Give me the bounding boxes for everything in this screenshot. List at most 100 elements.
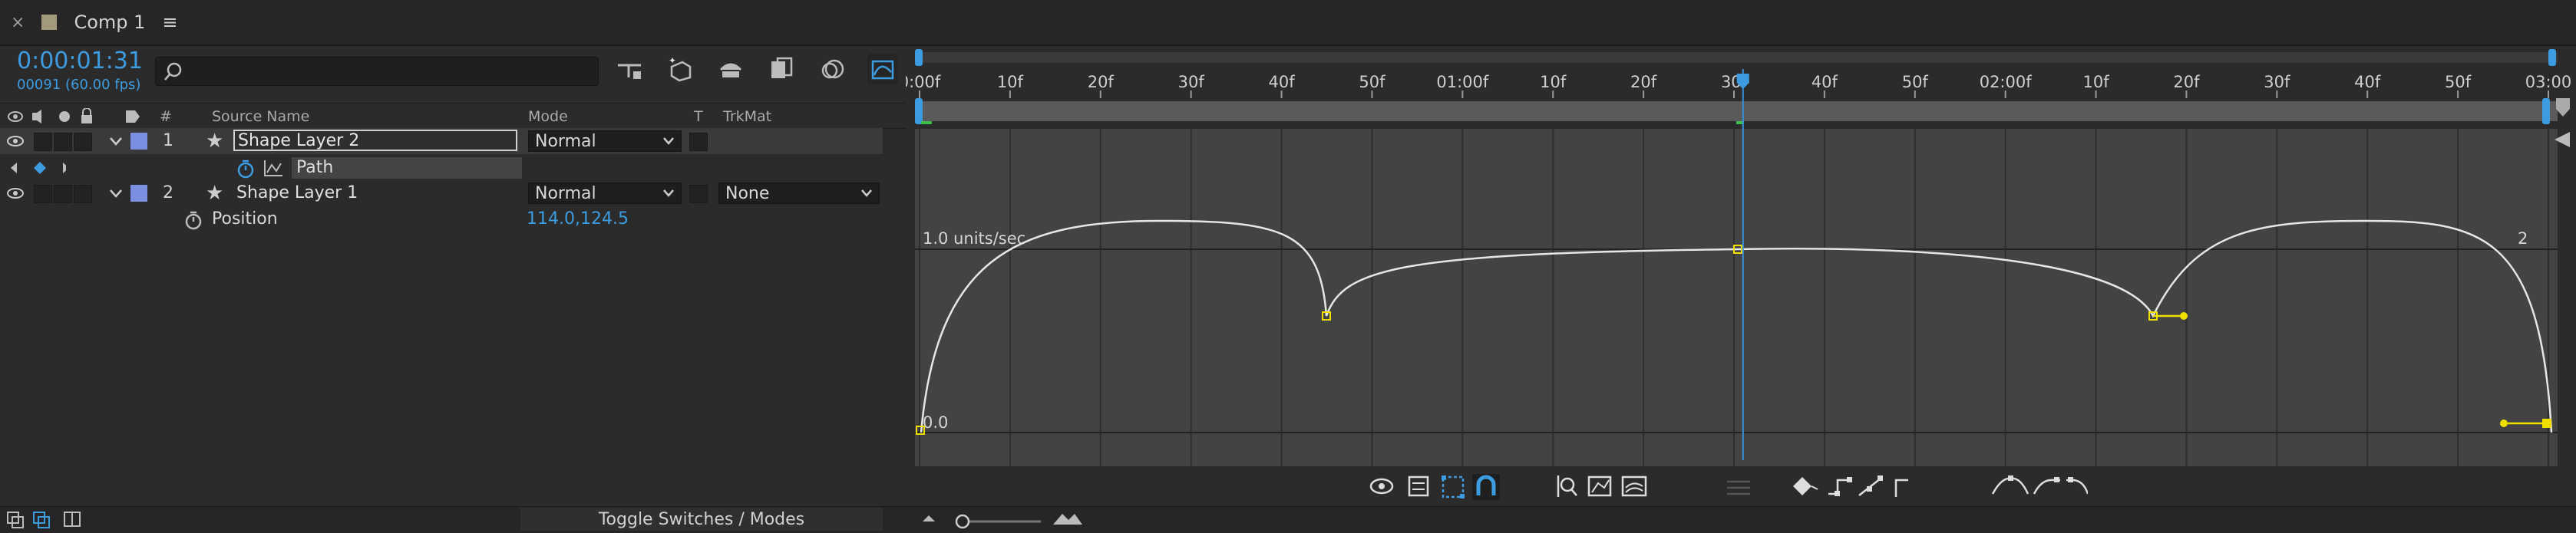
- track-matte-dropdown[interactable]: None: [718, 183, 880, 204]
- time-navigator-track[interactable]: [915, 52, 2558, 63]
- preserve-transparency-switch[interactable]: [689, 133, 708, 151]
- draft-3d-icon[interactable]: ✦: [665, 54, 695, 84]
- ruler-label: 20f: [1088, 73, 1115, 91]
- lock-switch[interactable]: [74, 133, 92, 151]
- stopwatch-icon[interactable]: [183, 209, 204, 231]
- property-row-position[interactable]: Position 114.0,124.5: [0, 206, 883, 232]
- fit-selection-icon[interactable]: [1557, 475, 1577, 497]
- audio-switch[interactable]: [34, 185, 52, 203]
- blend-mode-dropdown[interactable]: Normal: [528, 130, 682, 152]
- ruler-label: 01:00f: [1436, 73, 1489, 91]
- solo-switch[interactable]: [54, 185, 72, 203]
- eye-icon[interactable]: [6, 186, 25, 200]
- chevron-down-icon: [861, 189, 872, 197]
- graph-options-icon[interactable]: [1408, 475, 1429, 497]
- comp-tab-title: Comp 1: [74, 12, 146, 33]
- close-tab-icon[interactable]: ×: [11, 13, 25, 32]
- ruler-label: 03:00: [2525, 73, 2572, 91]
- easy-ease-icon[interactable]: [1991, 475, 2029, 495]
- time-navigator-start-handle[interactable]: [915, 49, 923, 66]
- property-name-box: Path: [292, 157, 522, 179]
- easy-ease-in-icon[interactable]: [2033, 477, 2060, 495]
- ruler-label: 50f: [1359, 73, 1385, 91]
- easy-ease-out-icon[interactable]: [2066, 477, 2088, 495]
- cache-indicator: [921, 121, 932, 124]
- graph-top-label: 1.0 units/sec: [923, 229, 1025, 248]
- ruler-label: 20f: [2173, 73, 2200, 91]
- eye-icon[interactable]: [6, 134, 25, 148]
- layer-name-field[interactable]: Shape Layer 2: [233, 130, 517, 151]
- position-x[interactable]: 114.0: [527, 209, 575, 229]
- frame-blending-icon[interactable]: [766, 54, 797, 84]
- chevron-down-icon: [663, 137, 674, 145]
- in-out-duration-icon[interactable]: [64, 512, 81, 527]
- property-row-path[interactable]: Path: [0, 154, 883, 180]
- ruler-label: 50f: [2445, 73, 2472, 91]
- work-area-start-handle[interactable]: [915, 98, 923, 124]
- time-navigator-end-handle[interactable]: [2548, 49, 2556, 66]
- work-area-bar[interactable]: [915, 101, 2558, 121]
- shy-layers-icon[interactable]: [715, 54, 746, 84]
- layer-label-color[interactable]: [130, 133, 147, 150]
- ruler-label: 10f: [2082, 73, 2109, 91]
- layer-search-input[interactable]: [155, 57, 599, 86]
- bezier-handle-point[interactable]: [2500, 419, 2508, 427]
- comp-flowchart-icon[interactable]: [614, 54, 645, 84]
- chevron-down-icon[interactable]: [109, 188, 123, 199]
- blend-mode-dropdown[interactable]: Normal: [528, 183, 682, 204]
- show-properties-icon[interactable]: [1369, 478, 1394, 495]
- layer-label-color[interactable]: [130, 185, 147, 202]
- layer-name[interactable]: Shape Layer 1: [236, 183, 358, 202]
- keyframe-navigator[interactable]: [9, 160, 66, 176]
- zoom-slider-handle[interactable]: [955, 514, 970, 529]
- preserve-transparency-switch[interactable]: [689, 185, 708, 203]
- stopwatch-icon[interactable]: [235, 159, 258, 179]
- linear-keyframe-icon[interactable]: [1858, 475, 1883, 496]
- audio-switch[interactable]: [34, 133, 52, 151]
- bezier-handle-point[interactable]: [2180, 312, 2188, 320]
- graph-editor-toggle-icon[interactable]: [867, 54, 898, 84]
- graph-icon[interactable]: [263, 159, 284, 177]
- trkmat-column-header[interactable]: TrkMat: [723, 108, 771, 125]
- position-y[interactable]: 124.5: [580, 209, 629, 229]
- layer-name: Shape Layer 2: [238, 131, 360, 150]
- fit-all-graphs-icon[interactable]: [1587, 475, 1612, 497]
- transform-box-icon[interactable]: [1442, 475, 1465, 498]
- comp-tab[interactable]: × Comp 1 ≡: [0, 0, 178, 44]
- hold-keyframe-icon[interactable]: [1828, 477, 1852, 496]
- separate-dimensions-icon[interactable]: [1621, 475, 1647, 497]
- zoom-in-icon[interactable]: [1053, 514, 1082, 525]
- keyframe-interpolation-icon[interactable]: [1793, 477, 1818, 495]
- ruler-end-marker[interactable]: [2556, 98, 2570, 117]
- chevron-down-icon[interactable]: [109, 136, 123, 146]
- layer-row[interactable]: 2 ★ Shape Layer 1 Normal None: [0, 180, 883, 206]
- zoom-out-icon[interactable]: [923, 515, 935, 521]
- ruler-label: 10f: [1540, 73, 1567, 91]
- frame-info: 00091 (60.00 fps): [17, 77, 141, 93]
- layer-switches-icon[interactable]: [7, 512, 24, 528]
- ruler-label: 30f: [1178, 73, 1205, 91]
- footer-switch-icons: [7, 512, 81, 528]
- shape-layer-star-icon: ★: [206, 182, 224, 205]
- auto-bezier-icon[interactable]: [1894, 479, 1908, 497]
- property-label: Path: [296, 158, 334, 177]
- ruler-label: 20f: [1630, 73, 1657, 91]
- work-area-end-handle[interactable]: [2542, 98, 2550, 124]
- lock-switch[interactable]: [74, 185, 92, 203]
- source-name-column-header[interactable]: Source Name: [212, 108, 309, 125]
- current-time-display[interactable]: 0:00:01:31: [17, 48, 143, 74]
- ruler-label: 10f: [997, 73, 1024, 91]
- layer-row[interactable]: 1 ★ Shape Layer 2 Normal: [0, 128, 883, 154]
- transfer-controls-icon[interactable]: [33, 512, 50, 528]
- mode-column-header[interactable]: Mode: [528, 108, 568, 125]
- ruler-label: 0:00f: [906, 73, 941, 91]
- toggle-switches-modes-button[interactable]: Toggle Switches / Modes: [520, 508, 883, 531]
- keyframe-selected[interactable]: [2542, 419, 2551, 428]
- snap-icon[interactable]: [1472, 474, 1500, 500]
- position-value[interactable]: 114.0,124.5: [527, 209, 629, 229]
- panel-menu-icon[interactable]: ≡: [162, 12, 177, 33]
- graph-background[interactable]: [915, 129, 2558, 466]
- motion-blur-icon[interactable]: [817, 54, 847, 84]
- t-column-header: T: [694, 108, 703, 125]
- solo-switch[interactable]: [54, 133, 72, 151]
